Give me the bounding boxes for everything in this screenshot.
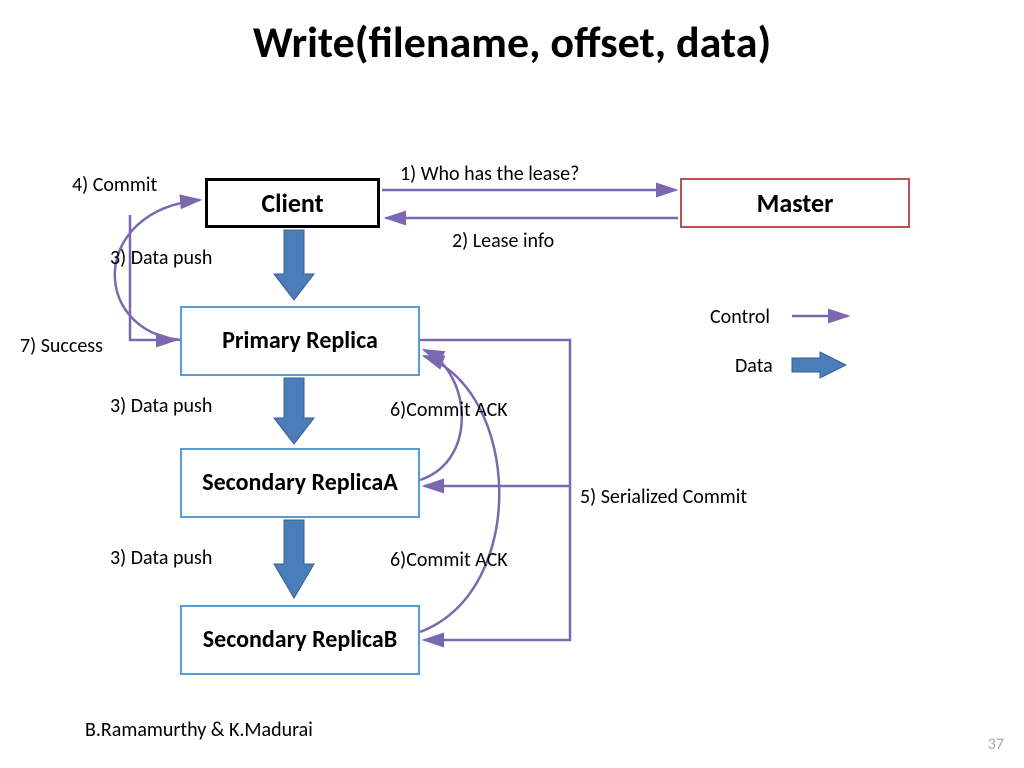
diagram-arrows bbox=[0, 0, 1024, 768]
secondary-replica-b-box: Secondary ReplicaB bbox=[180, 605, 420, 675]
step6b-label: 6)Commit ACK bbox=[390, 548, 508, 572]
step1-label: 1) Who has the lease? bbox=[400, 162, 579, 186]
step6a-label: 6)Commit ACK bbox=[390, 398, 508, 422]
step7-label: 7) Success bbox=[20, 334, 103, 358]
page-title: Write(filename, offset, data) bbox=[0, 15, 1024, 69]
client-box: Client bbox=[205, 178, 380, 228]
master-box: Master bbox=[680, 178, 910, 228]
step3b-label: 3) Data push bbox=[110, 394, 212, 418]
step2-label: 2) Lease info bbox=[452, 229, 554, 253]
secondary-replica-a-box: Secondary ReplicaA bbox=[180, 448, 420, 518]
legend-data-label: Data bbox=[735, 354, 773, 378]
step4-label: 4) Commit bbox=[72, 173, 157, 197]
data-arrow-icon bbox=[274, 230, 314, 598]
step3c-label: 3) Data push bbox=[110, 546, 212, 570]
footer-credit: B.Ramamurthy & K.Madurai bbox=[85, 720, 313, 740]
page-number: 37 bbox=[988, 735, 1004, 754]
primary-replica-box: Primary Replica bbox=[180, 306, 420, 376]
step3a-label: 3) Data push bbox=[110, 246, 212, 270]
legend-control-label: Control bbox=[710, 305, 770, 329]
step5-label: 5) Serialized Commit bbox=[580, 485, 747, 509]
